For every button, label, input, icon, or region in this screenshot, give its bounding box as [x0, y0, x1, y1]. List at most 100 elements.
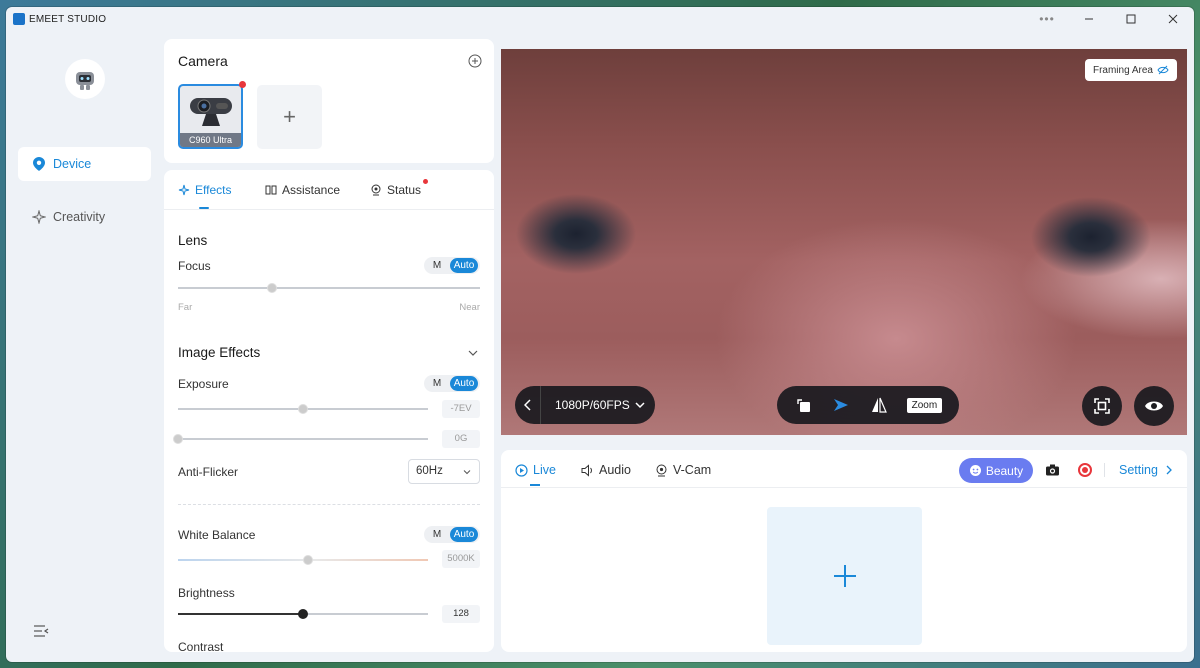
chevron-down-icon[interactable]	[468, 348, 478, 358]
section-divider	[178, 504, 480, 505]
focus-auto-option[interactable]: Auto	[450, 258, 478, 273]
sidebar-item-creativity[interactable]: Creativity	[18, 200, 151, 234]
camera-device-thumb[interactable]: C960 Ultra	[178, 84, 243, 149]
tab-live[interactable]: Live	[515, 463, 556, 477]
tab-effects[interactable]: Effects	[178, 183, 231, 197]
ai-tracking-button[interactable]	[831, 395, 851, 415]
wb-manual-option[interactable]: M	[424, 529, 450, 540]
wb-auto-option[interactable]: Auto	[450, 527, 478, 542]
eye-icon	[1145, 401, 1163, 411]
close-icon	[1168, 14, 1178, 24]
antiflicker-select[interactable]: 60Hz	[408, 459, 480, 484]
lens-title: Lens	[178, 233, 208, 248]
record-icon[interactable]	[1078, 463, 1092, 477]
slider-knob[interactable]	[303, 555, 313, 565]
gain-slider[interactable]	[173, 434, 428, 444]
slider-knob[interactable]	[266, 283, 277, 293]
camera-preview[interactable]: Framing Area 1080P/60FPS Zoom	[501, 49, 1187, 435]
exposure-slider[interactable]	[178, 404, 428, 414]
resolution-control[interactable]: 1080P/60FPS	[515, 386, 655, 424]
left-nav: Device Creativity	[6, 31, 161, 662]
chevron-left-icon	[523, 399, 531, 411]
tab-active-indicator	[530, 484, 540, 486]
slider-knob[interactable]	[298, 404, 308, 414]
tab-label: Assistance	[282, 183, 341, 197]
slider-fill	[178, 613, 303, 615]
chevron-right-icon	[1166, 465, 1172, 475]
exposure-auto-option[interactable]: Auto	[450, 376, 478, 391]
exposure-value: -7EV	[442, 400, 480, 418]
status-icon	[371, 184, 381, 196]
focus-far-label: Far	[178, 302, 193, 313]
focus-slider[interactable]	[178, 283, 480, 293]
divider	[1104, 463, 1105, 477]
tab-vcam[interactable]: V-Cam	[655, 463, 711, 477]
camera-snapshot-icon[interactable]	[1045, 463, 1060, 477]
collapse-menu-icon[interactable]	[33, 624, 49, 638]
status-alert-dot	[423, 179, 428, 184]
resolution-label: 1080P/60FPS	[555, 398, 630, 412]
tab-assistance[interactable]: Assistance	[265, 183, 340, 197]
collapse-toolbar-button[interactable]	[515, 386, 541, 424]
settings-tabs: Effects Assistance Status	[164, 170, 494, 210]
rotate-button[interactable]	[794, 395, 814, 415]
mirror-button[interactable]	[869, 395, 889, 415]
white-balance-mode-toggle[interactable]: M Auto	[424, 526, 480, 543]
rotate-icon	[797, 399, 810, 412]
maximize-icon	[1126, 14, 1136, 24]
fullscreen-button[interactable]	[1082, 386, 1122, 426]
tab-status[interactable]: Status	[370, 183, 421, 197]
preview-toolbar: Zoom	[777, 386, 959, 424]
slider-knob[interactable]	[173, 434, 183, 444]
setting-link[interactable]: Setting	[1119, 463, 1174, 477]
output-tabs: Live Audio V-Cam Beauty Setting	[501, 450, 1187, 488]
eye-off-icon	[1157, 65, 1169, 75]
setting-label: Setting	[1119, 463, 1158, 477]
app-window: EMEET STUDIO ••• Device Creativity Camer…	[6, 7, 1194, 662]
antiflicker-label: Anti-Flicker	[178, 465, 239, 479]
more-options-button[interactable]: •••	[1026, 7, 1068, 31]
frame-icon	[1094, 398, 1110, 414]
exposure-mode-toggle[interactable]: M Auto	[424, 375, 480, 392]
avatar[interactable]	[65, 59, 105, 99]
framing-area-button[interactable]: Framing Area	[1084, 59, 1177, 81]
face-icon	[969, 465, 981, 476]
preview-visibility-button[interactable]	[1134, 386, 1174, 426]
chevron-down-icon	[463, 470, 471, 475]
white-balance-slider[interactable]	[178, 555, 428, 565]
focus-manual-option[interactable]: M	[424, 260, 450, 271]
add-source-button[interactable]	[767, 507, 922, 645]
framing-area-label: Framing Area	[1092, 64, 1153, 76]
minimize-button[interactable]	[1068, 7, 1110, 31]
plus-icon	[833, 565, 856, 587]
close-button[interactable]	[1152, 7, 1194, 31]
location-pin-icon	[32, 157, 46, 171]
mirror-icon	[872, 397, 887, 413]
focus-label: Focus	[178, 259, 211, 273]
focus-mode-toggle[interactable]: M Auto	[424, 257, 480, 274]
white-balance-label: White Balance	[178, 528, 256, 542]
assistance-icon	[265, 185, 277, 195]
white-balance-value: 5000K	[442, 550, 480, 568]
sidebar-item-label: Device	[53, 157, 92, 171]
add-camera-button[interactable]: +	[257, 85, 322, 149]
camera-device-label: C960 Ultra	[180, 133, 241, 147]
sidebar-item-device[interactable]: Device	[18, 147, 151, 181]
speaker-icon	[581, 463, 592, 477]
webcam-icon	[190, 98, 232, 126]
output-panel: Live Audio V-Cam Beauty Setting	[501, 450, 1187, 652]
brightness-slider[interactable]	[178, 609, 428, 619]
tab-label: Live	[533, 463, 556, 477]
exposure-label: Exposure	[178, 377, 229, 391]
zoom-button[interactable]: Zoom	[906, 397, 943, 413]
camera-title: Camera	[178, 53, 228, 69]
add-camera-icon[interactable]	[468, 54, 482, 68]
beauty-button[interactable]: Beauty	[959, 458, 1033, 483]
tab-audio[interactable]: Audio	[581, 463, 631, 477]
brightness-label: Brightness	[178, 586, 235, 600]
exposure-manual-option[interactable]: M	[424, 378, 450, 389]
slider-knob[interactable]	[298, 609, 308, 619]
maximize-button[interactable]	[1110, 7, 1152, 31]
antiflicker-value: 60Hz	[416, 465, 443, 477]
sparkle-icon	[32, 210, 46, 224]
